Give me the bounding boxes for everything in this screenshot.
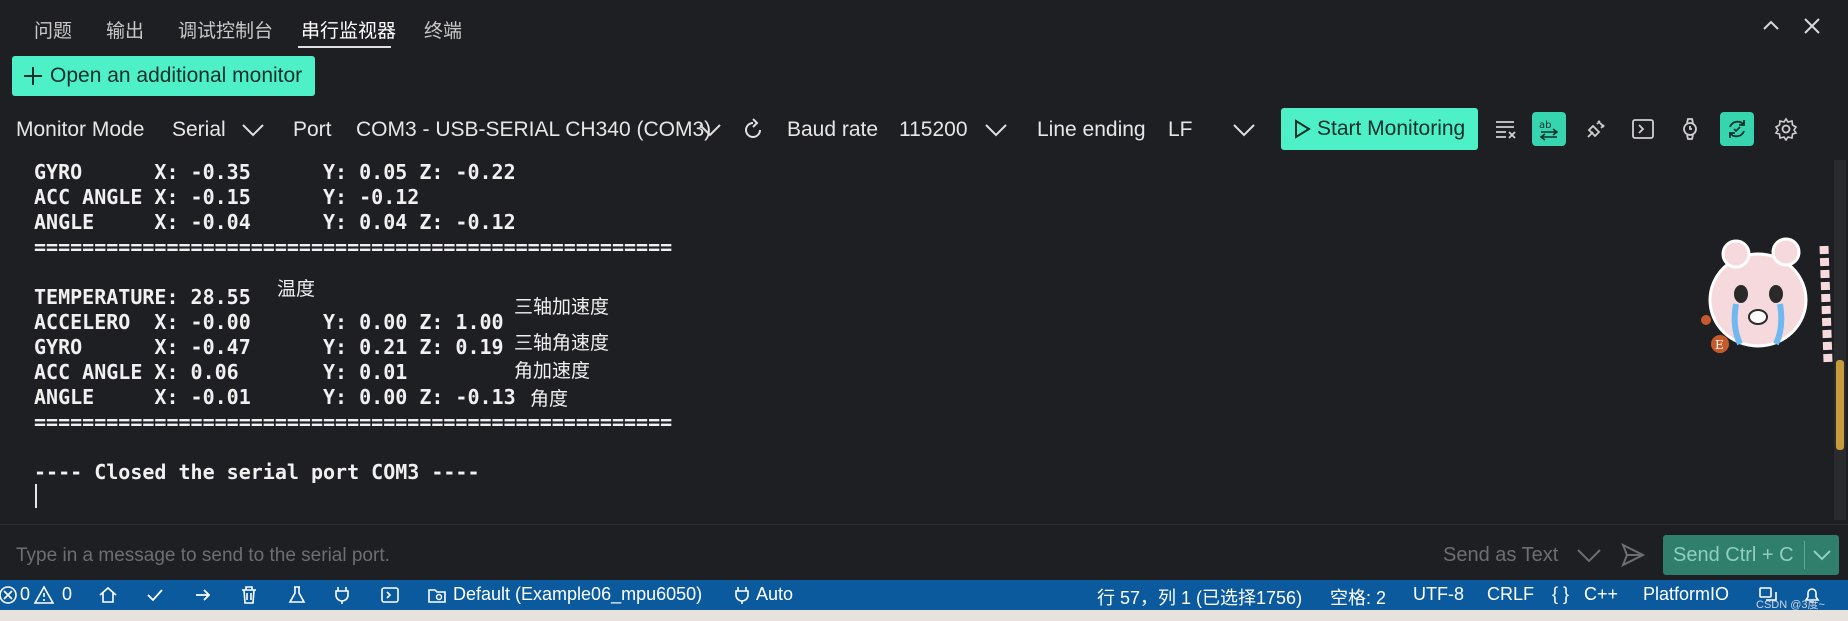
chevron-down-icon[interactable] xyxy=(984,120,1008,140)
play-icon xyxy=(1295,119,1311,139)
language-mode[interactable]: C++ xyxy=(1584,584,1618,605)
monitor-mode-label: Monitor Mode xyxy=(16,118,145,141)
send-button[interactable]: Send Ctrl + C xyxy=(1663,535,1839,575)
chevron-down-icon[interactable] xyxy=(1576,545,1602,565)
auto-reconnect-icon[interactable] xyxy=(1720,112,1754,146)
svg-text:E: E xyxy=(1715,338,1724,352)
output-line: ACC ANGLE X: -0.15 Y: -0.12 xyxy=(34,185,420,209)
refresh-icon[interactable] xyxy=(741,118,765,142)
warning-count[interactable]: 0 xyxy=(62,584,72,605)
annotation-accel: 三轴加速度 xyxy=(514,296,610,318)
tab-output[interactable]: 输出 xyxy=(106,16,144,43)
output-line: ---- Closed the serial port COM3 ---- xyxy=(34,460,480,484)
tab-problems[interactable]: 问题 xyxy=(34,16,72,43)
indentation[interactable]: 空格: 2 xyxy=(1330,584,1386,610)
output-line: ACCELERO X: -0.00 Y: 0.00 Z: 1.00 xyxy=(34,310,504,334)
braces-icon: { } xyxy=(1552,584,1570,604)
close-panel-icon[interactable] xyxy=(1798,12,1826,40)
port-label: Port xyxy=(293,118,332,141)
tab-debug-console[interactable]: 调试控制台 xyxy=(178,16,273,43)
tab-serial-monitor[interactable]: 串行监视器 xyxy=(301,16,396,43)
project-env-icon[interactable] xyxy=(427,585,447,605)
error-count[interactable]: 0 xyxy=(20,584,30,605)
send-button-divider xyxy=(1804,541,1805,569)
terminal-icon[interactable] xyxy=(1626,112,1660,146)
monitor-mode-select[interactable]: Serial xyxy=(172,118,226,142)
serial-output[interactable]: GYRO X: -0.35 Y: 0.05 Z: -0.22 ACC ANGLE… xyxy=(0,156,1830,520)
warning-icon[interactable] xyxy=(34,585,54,605)
send-message-row: Send as Text Send Ctrl + C xyxy=(0,524,1848,585)
chevron-down-icon[interactable] xyxy=(1811,545,1833,565)
port-auto[interactable]: Auto xyxy=(756,584,793,605)
status-bar: 0 0 Default (Example06_mpu6050) Auto 行 5… xyxy=(0,580,1848,610)
test-flask-icon[interactable] xyxy=(287,585,307,605)
terminal-icon[interactable] xyxy=(380,585,400,605)
line-ending-select[interactable]: LF xyxy=(1168,118,1193,142)
annotation-temperature: 温度 xyxy=(277,278,316,300)
text-cursor xyxy=(35,484,37,508)
send-arrow-icon[interactable] xyxy=(1620,542,1646,568)
chevron-down-icon[interactable] xyxy=(1232,120,1256,140)
monitor-toolbar: Monitor Mode Serial Port COM3 - USB-SERI… xyxy=(0,106,1848,154)
annotation-gyro: 三轴角速度 xyxy=(514,332,610,354)
end-of-line[interactable]: CRLF xyxy=(1487,584,1534,605)
project-environment[interactable]: Default (Example06_mpu6050) xyxy=(453,584,702,605)
chevron-down-icon[interactable] xyxy=(241,120,265,140)
plug-icon[interactable] xyxy=(1579,112,1613,146)
toggle-text-format-icon[interactable]: ab xyxy=(1532,112,1566,146)
platformio-status[interactable]: PlatformIO xyxy=(1643,584,1729,605)
encoding[interactable]: UTF-8 xyxy=(1413,584,1464,605)
start-monitoring-button[interactable]: Start Monitoring xyxy=(1281,108,1478,150)
start-monitoring-label: Start Monitoring xyxy=(1317,117,1466,140)
maximize-panel-icon[interactable] xyxy=(1757,12,1785,40)
tab-terminal[interactable]: 终端 xyxy=(424,16,462,43)
home-icon[interactable] xyxy=(98,585,118,605)
line-ending-label: Line ending xyxy=(1037,118,1146,141)
panel-tab-bar: 问题 输出 调试控制台 串行监视器 终端 xyxy=(0,0,1848,52)
output-line: GYRO X: -0.35 Y: 0.05 Z: -0.22 xyxy=(34,160,516,184)
output-line: ========================================… xyxy=(34,410,673,434)
cursor-position[interactable]: 行 57，列 1 (已选择1756) xyxy=(1097,584,1302,610)
send-message-input[interactable] xyxy=(14,535,1438,577)
output-line: TEMPERATURE: 28.55 xyxy=(34,285,251,309)
send-as-select[interactable]: Send as Text xyxy=(1443,544,1558,567)
svg-text:ab: ab xyxy=(1539,120,1551,131)
error-icon[interactable] xyxy=(0,585,18,605)
send-button-label: Send Ctrl + C xyxy=(1673,544,1794,566)
csdn-watermark: CSDN @3度~ xyxy=(1756,599,1825,611)
upload-arrow-icon[interactable] xyxy=(193,585,213,605)
plus-icon xyxy=(24,67,42,85)
serial-plug-icon[interactable] xyxy=(332,585,352,605)
output-line: ACC ANGLE X: 0.06 Y: 0.01 xyxy=(34,360,408,384)
bottom-background-strip xyxy=(0,610,1848,621)
port-select[interactable]: COM3 - USB-SERIAL CH340 (COM3) xyxy=(356,118,711,142)
open-additional-monitor-label: Open an additional monitor xyxy=(50,64,303,87)
active-tab-indicator xyxy=(298,46,391,48)
baud-rate-select[interactable]: 115200 xyxy=(899,118,968,142)
settings-gear-icon[interactable] xyxy=(1769,112,1803,146)
baud-rate-label: Baud rate xyxy=(787,118,879,141)
output-line: ANGLE X: -0.01 Y: 0.00 Z: -0.13 xyxy=(34,385,516,409)
open-additional-monitor-button[interactable]: Open an additional monitor xyxy=(12,56,315,96)
port-plug-icon[interactable] xyxy=(732,585,752,605)
output-line: ========================================… xyxy=(34,235,673,259)
annotation-acc-angle: 角加速度 xyxy=(514,360,591,382)
timestamp-watch-icon[interactable] xyxy=(1673,112,1707,146)
output-line: ANGLE X: -0.04 Y: 0.04 Z: -0.12 xyxy=(34,210,516,234)
build-check-icon[interactable] xyxy=(145,585,165,605)
annotation-angle: 角度 xyxy=(530,388,569,410)
chevron-down-icon[interactable] xyxy=(698,120,722,140)
clear-output-icon[interactable] xyxy=(1489,112,1523,146)
output-line: GYRO X: -0.47 Y: 0.21 Z: 0.19 xyxy=(34,335,504,359)
trash-icon[interactable] xyxy=(239,585,259,605)
crying-bunny-sticker-image: E xyxy=(1701,237,1833,363)
